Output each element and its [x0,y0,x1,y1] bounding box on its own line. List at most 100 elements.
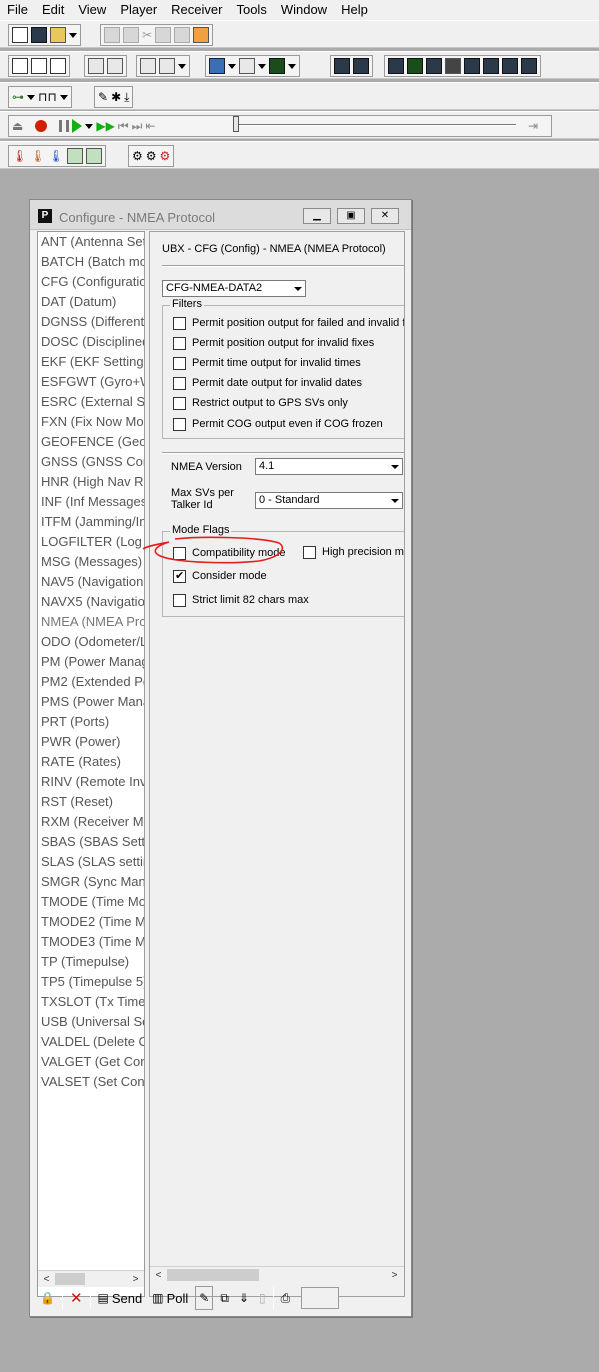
sigma-statistics-icon[interactable] [140,58,156,74]
sky-view-icon[interactable] [353,58,369,74]
split-window-icon[interactable] [107,58,123,74]
poll-button[interactable]: ▥ Poll [149,1286,191,1310]
table-view-icon[interactable] [159,58,175,74]
list-item[interactable]: PM (Power Management) [38,652,144,672]
open-folder-icon[interactable] [50,27,66,43]
copy-icon[interactable] [155,27,172,43]
print-preview-icon[interactable] [123,27,139,43]
chevron-down-icon[interactable] [27,94,35,100]
autobauding-wand-icon[interactable]: ✎ [98,89,108,105]
record-icon[interactable] [35,120,48,132]
menu-window[interactable]: Window [274,0,334,20]
cut-icon[interactable]: ✂ [142,27,152,43]
load-config-icon[interactable] [85,148,102,164]
chevron-down-icon[interactable] [59,94,68,100]
play-icon[interactable] [72,119,83,133]
chevron-down-icon[interactable] [69,32,77,38]
list-item[interactable]: DOSC (Disciplined Oscillator) [38,332,144,352]
filter-checkbox[interactable]: Permit position output for invalid fixes [173,336,374,352]
chevron-down-icon[interactable] [387,493,402,508]
scroll-thumb[interactable] [167,1269,259,1281]
pause-icon[interactable] [59,120,70,132]
filter-checkbox[interactable]: Permit COG output even if COG frozen [173,417,383,433]
lock-button[interactable]: 🔒 [37,1286,58,1310]
eject-icon[interactable]: ⏏ [12,118,23,134]
menu-help[interactable]: Help [334,0,375,20]
save-icon[interactable] [31,27,47,43]
chevron-down-icon[interactable] [258,63,266,69]
menu-view[interactable]: View [71,0,113,20]
list-item[interactable]: GNSS (GNSS Config) [38,452,144,472]
list-item[interactable]: VALGET (Get Config) [38,1052,144,1072]
gear-save-icon[interactable]: ⚙ [146,148,157,164]
list-item[interactable]: ESFGWT (Gyro+Wheel) [38,372,144,392]
camera-view-icon[interactable] [426,58,442,74]
checkbox-box[interactable] [173,336,186,350]
filter-checkbox[interactable]: Permit date output for invalid dates [173,376,362,392]
list-item[interactable]: PM2 (Extended Power) [38,672,144,692]
strict-limit-checkbox[interactable]: Strict limit 82 chars max [173,593,309,609]
list-item[interactable]: SMGR (Sync Manager) [38,872,144,892]
list-item[interactable]: VALDEL (Delete Config) [38,1032,144,1052]
pane-horizontal-scrollbar[interactable]: < > [150,1266,404,1283]
satellite-view-icon[interactable] [483,58,499,74]
scroll-right-icon[interactable]: > [386,1267,403,1284]
consider-mode-checkbox[interactable]: Consider mode [173,569,267,585]
list-item[interactable]: ODO (Odometer/Low-speed) [38,632,144,652]
list-item[interactable]: NAV5 (Navigation 5) [38,572,144,592]
go-to-end-icon[interactable]: ⇥ [528,118,538,134]
list-item[interactable]: NAVX5 (Navigation Expert 5) [38,592,144,612]
filter-checkbox[interactable]: Permit position output for failed and in… [173,316,404,332]
docking-window-icon[interactable] [88,58,104,74]
list-item[interactable]: RST (Reset) [38,792,144,812]
close-button[interactable]: ✕ [371,208,399,224]
paste-icon[interactable] [174,27,191,43]
list-item[interactable]: ITFM (Jamming/Interference) [38,512,144,532]
new-file-icon[interactable] [12,27,28,43]
checkbox-box[interactable] [173,316,186,330]
signal-view-icon[interactable] [407,58,423,74]
checkbox-box[interactable] [303,545,316,559]
playback-slider-thumb[interactable] [233,116,239,132]
packet-console-icon[interactable] [12,58,28,74]
menu-receiver[interactable]: Receiver [164,0,229,20]
signal-meter-icon[interactable] [521,58,537,74]
star-view-icon[interactable] [464,58,480,74]
revert-button[interactable]: ✕ [67,1286,86,1310]
list-item[interactable]: TMODE2 (Time Mode 2) [38,912,144,932]
maximize-button[interactable]: ▣ [337,208,365,224]
list-item[interactable]: GEOFENCE (Geofence) [38,432,144,452]
copy-config-button[interactable]: ⧉ [217,1286,232,1310]
histogram-view-icon[interactable] [269,58,285,74]
binary-console-icon[interactable] [31,58,47,74]
menu-file[interactable]: File [0,0,35,20]
list-item[interactable]: TMODE3 (Time Mode 3) [38,932,144,952]
list-item[interactable]: FXN (Fix Now Mode) [38,412,144,432]
baudrate-icon[interactable]: ⊓⊓ [38,89,57,105]
config-version-select[interactable]: CFG-NMEA-DATA2 [162,280,306,297]
checkbox-box[interactable] [173,396,186,410]
chevron-down-icon[interactable] [387,459,402,474]
list-item[interactable]: TMODE (Time Mode) [38,892,144,912]
list-item[interactable]: ANT (Antenna Settings) [38,232,144,252]
warm-start-icon[interactable]: 🌡 [30,148,45,164]
list-item[interactable]: TP5 (Timepulse 5) [38,972,144,992]
list-item[interactable]: RXM (Receiver Manager) [38,812,144,832]
checkbox-box[interactable] [173,569,186,583]
list-item[interactable]: ESRC (External Source) [38,392,144,412]
cold-start-icon[interactable]: 🌡 [48,148,63,164]
chart-view-icon[interactable] [239,58,255,74]
list-item[interactable]: SBAS (SBAS Settings) [38,832,144,852]
debug-bug-icon[interactable]: ✱ [111,89,121,105]
text-console-icon[interactable] [50,58,66,74]
print-button[interactable]: ⎙ [278,1286,294,1310]
checkbox-box[interactable] [173,376,186,390]
max-svs-select[interactable]: 0 - Standard [255,492,403,509]
print-icon[interactable] [104,27,120,43]
checkbox-box[interactable] [173,593,186,607]
save-config-icon[interactable] [66,148,83,164]
connection-icon[interactable]: ⊶ [12,89,24,105]
list-item[interactable]: NMEA (NMEA Protocol) [38,612,144,632]
gear-icon[interactable]: ⚙ [132,148,143,164]
autopoll-button[interactable]: ✎ [195,1286,214,1310]
